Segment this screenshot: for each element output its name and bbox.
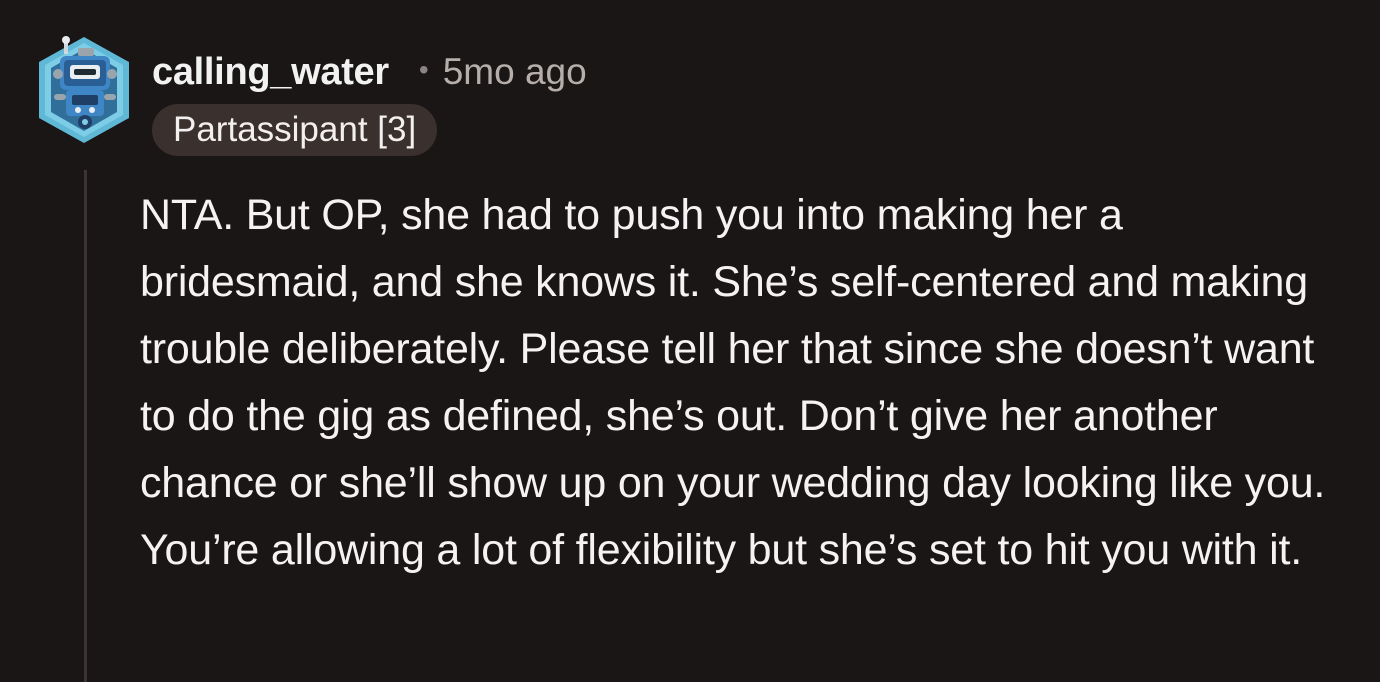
- user-flair-badge: Partassipant [3]: [152, 104, 438, 156]
- username-link[interactable]: calling_water: [152, 51, 389, 94]
- comment: calling_water • 5mo ago Partassipant [3]…: [0, 0, 1380, 682]
- comment-timestamp[interactable]: 5mo ago: [443, 51, 587, 93]
- user-avatar[interactable]: [34, 34, 134, 146]
- thread-line[interactable]: [84, 170, 87, 682]
- comment-header: calling_water • 5mo ago: [152, 46, 587, 98]
- robot-avatar-icon: [39, 36, 129, 143]
- user-flair-label: Partassipant [3]: [173, 110, 417, 149]
- comment-body: NTA. But OP, she had to push you into ma…: [140, 191, 1326, 574]
- meta-separator: •: [418, 54, 429, 85]
